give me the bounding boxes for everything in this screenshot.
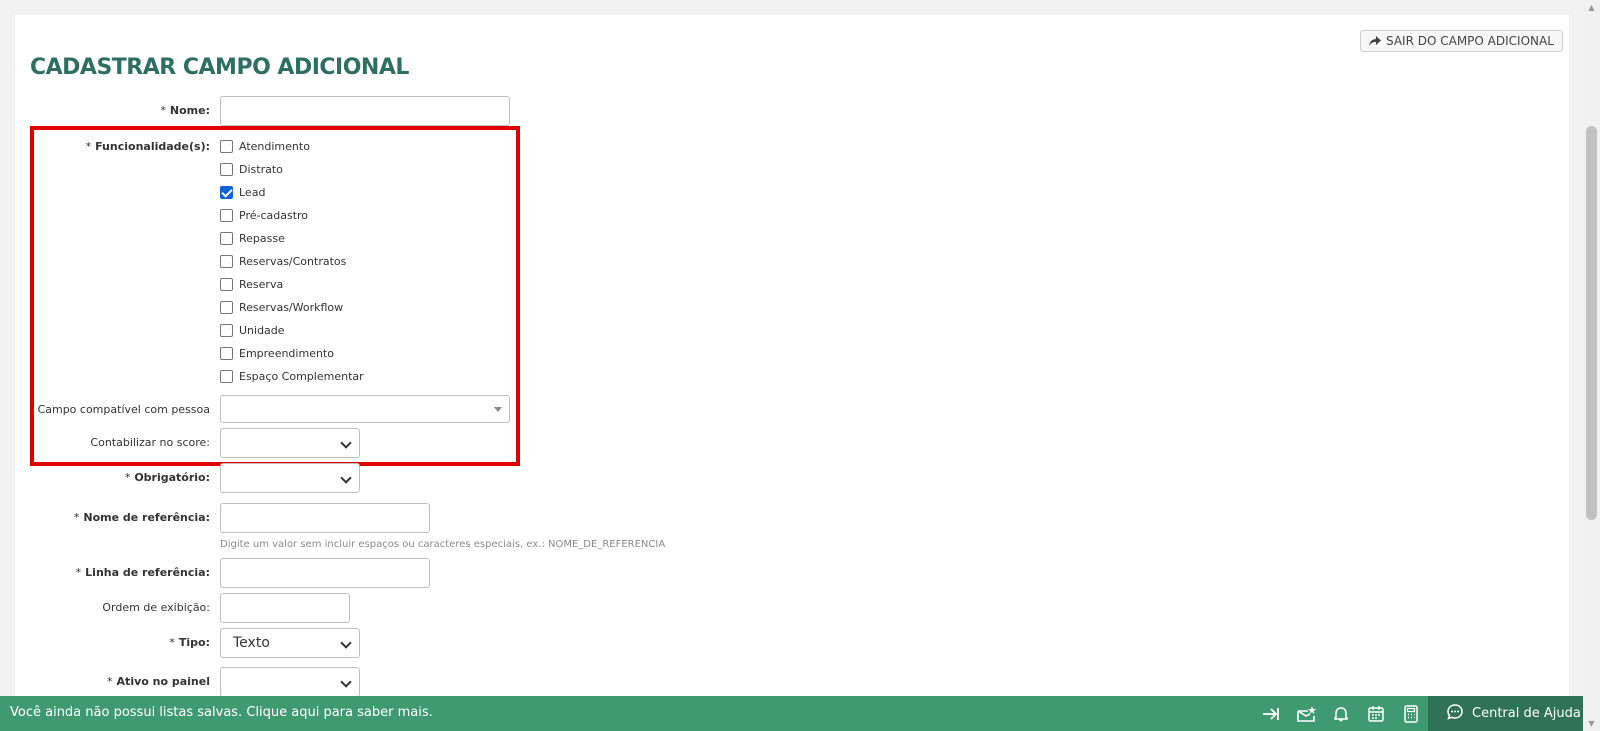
funcionalidade-option-label: Reserva — [239, 278, 284, 291]
dropdown-arrow-icon — [494, 407, 502, 412]
linha-referencia-label: * Linha de referência: — [75, 566, 210, 579]
obrigatorio-select[interactable] — [220, 463, 360, 493]
nome-referencia-label: * Nome de referência: — [73, 511, 210, 524]
ordem-exibicao-input[interactable] — [220, 593, 350, 623]
funcionalidade-option[interactable]: Reservas/Contratos — [220, 255, 346, 268]
funcionalidade-option[interactable]: Distrato — [220, 163, 283, 176]
funcionalidade-checkbox[interactable] — [220, 232, 233, 245]
nome-label: * Nome: — [160, 104, 210, 117]
share-arrow-icon — [1369, 35, 1381, 47]
help-center-label: Central de Ajuda — [1472, 706, 1581, 721]
ordem-exibicao-label: Ordem de exibição: — [102, 601, 210, 614]
funcionalidade-option[interactable]: Reserva — [220, 278, 283, 291]
chat-bubble-icon — [1446, 703, 1464, 725]
funcionalidade-option-label: Empreendimento — [239, 347, 334, 360]
funcionalidade-checkbox[interactable] — [220, 140, 233, 153]
funcionalidade-checkbox[interactable] — [220, 255, 233, 268]
funcionalidade-checkbox[interactable] — [220, 186, 233, 199]
funcionalidade-option[interactable]: Unidade — [220, 324, 285, 337]
tipo-select[interactable]: Texto — [220, 628, 360, 658]
help-center-button[interactable]: Central de Ajuda — [1428, 696, 1583, 731]
exit-additional-field-button[interactable]: SAIR DO CAMPO ADICIONAL — [1360, 30, 1563, 52]
funcionalidade-checkbox[interactable] — [220, 301, 233, 314]
scrollbar-thumb[interactable] — [1586, 126, 1597, 520]
funcionalidade-option-label: Lead — [239, 186, 266, 199]
tipo-label: * Tipo: — [169, 636, 210, 649]
funcionalidade-option[interactable]: Atendimento — [220, 140, 310, 153]
chevron-down-icon — [340, 472, 352, 484]
funcionalidade-option[interactable]: Lead — [220, 186, 265, 199]
funcionalidade-option-label: Reservas/Contratos — [239, 255, 347, 268]
funcionalidade-option-label: Unidade — [239, 324, 285, 337]
funcionalidade-option[interactable]: Espaço Complementar — [220, 370, 364, 383]
page-title: CADASTRAR CAMPO ADICIONAL — [30, 55, 409, 80]
bell-icon[interactable] — [1331, 704, 1351, 724]
calendar-icon[interactable] — [1366, 704, 1386, 724]
funcionalidade-option[interactable]: Empreendimento — [220, 347, 334, 360]
funcionalidade-option[interactable]: Pré-cadastro — [220, 209, 308, 222]
vertical-scrollbar[interactable]: ▲ ▼ — [1583, 0, 1600, 731]
funcionalidade-option-label: Pré-cadastro — [239, 209, 309, 222]
collapse-right-icon[interactable] — [1261, 704, 1281, 724]
nome-referencia-input[interactable] — [220, 503, 430, 533]
nome-referencia-help: Digite um valor sem incluir espaços ou c… — [220, 539, 666, 550]
funcionalidade-checkbox[interactable] — [220, 324, 233, 337]
funcionalidade-option-label: Distrato — [239, 163, 283, 176]
scroll-down-arrow-icon[interactable]: ▼ — [1583, 716, 1600, 731]
footer-bar: Você ainda não possui listas salvas. Cli… — [0, 696, 1583, 731]
contabilizar-select[interactable] — [220, 428, 360, 458]
funcionalidade-option[interactable]: Repasse — [220, 232, 285, 245]
mail-star-icon[interactable] — [1296, 704, 1316, 724]
linha-referencia-input[interactable] — [220, 558, 430, 588]
funcionalidade-checkbox[interactable] — [220, 209, 233, 222]
saved-lists-message-link[interactable]: Você ainda não possui listas salvas. Cli… — [10, 705, 433, 720]
ativo-painel-label: * Ativo no painel — [107, 675, 210, 688]
funcionalidade-checkbox[interactable] — [220, 278, 233, 291]
funcionalidade-option-label: Repasse — [239, 232, 285, 245]
nome-input[interactable] — [220, 96, 510, 126]
funcionalidade-option-label: Atendimento — [239, 140, 310, 153]
funcionalidade-option-label: Espaço Complementar — [239, 370, 364, 383]
chevron-down-icon — [340, 437, 352, 449]
obrigatorio-label: * Obrigatório: — [124, 471, 210, 484]
chevron-down-icon — [340, 676, 352, 688]
scroll-up-arrow-icon[interactable]: ▲ — [1583, 0, 1600, 15]
contabilizar-label: Contabilizar no score: — [90, 436, 210, 449]
calculator-icon[interactable] — [1401, 704, 1421, 724]
funcionalidade-checkbox[interactable] — [220, 370, 233, 383]
campo-compativel-label: Campo compatível com pessoa — [37, 403, 210, 416]
funcionalidade-checkbox[interactable] — [220, 347, 233, 360]
funcionalidades-label: * Funcionalidade(s): — [85, 140, 210, 153]
funcionalidade-option-label: Reservas/Workflow — [239, 301, 344, 314]
funcionalidade-option[interactable]: Reservas/Workflow — [220, 301, 343, 314]
funcionalidade-checkbox[interactable] — [220, 163, 233, 176]
ativo-painel-select[interactable] — [220, 667, 360, 697]
campo-compativel-combobox[interactable] — [220, 395, 510, 423]
exit-button-label: SAIR DO CAMPO ADICIONAL — [1386, 34, 1554, 48]
chevron-down-icon — [340, 637, 352, 649]
